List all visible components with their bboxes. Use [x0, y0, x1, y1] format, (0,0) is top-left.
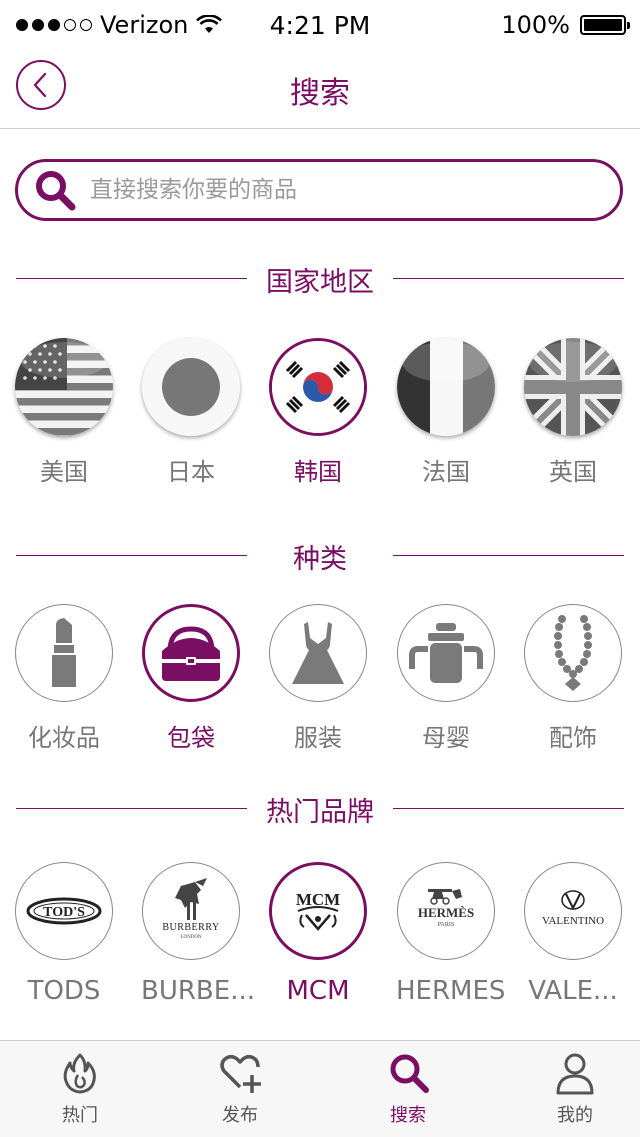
- dress-icon: [292, 622, 344, 684]
- region-label: 韩国: [294, 458, 342, 486]
- brand-label: TODS: [27, 976, 101, 1006]
- category-item-bags[interactable]: 包袋: [141, 604, 241, 753]
- category-label: 配饰: [549, 724, 597, 752]
- section-header-categories: 种类: [0, 535, 640, 575]
- tab-label: 搜索: [390, 1105, 426, 1126]
- necklace-icon: [554, 615, 592, 691]
- category-item-accessories[interactable]: 配饰: [523, 604, 623, 753]
- category-label: 包袋: [167, 724, 215, 752]
- brand-logo-subtext: LONDON: [180, 935, 201, 940]
- flame-icon: [63, 1053, 96, 1094]
- us-flag-icon: [15, 338, 113, 436]
- brand-logo-text: BURBERRY: [162, 922, 219, 933]
- brand-logo-mcm: MCM: [269, 862, 367, 960]
- region-label: 法国: [422, 458, 470, 486]
- brand-logo-text: TOD'S: [43, 905, 85, 920]
- category-circle: [269, 604, 367, 702]
- brand-logo-hermes: HERMÈS PARIS: [397, 862, 495, 960]
- battery-percent: 100%: [501, 11, 570, 39]
- brand-item-burberry[interactable]: BURBERRY LONDON BURBE...: [141, 862, 255, 1006]
- section-title: 种类: [293, 544, 347, 575]
- search-icon: [390, 1054, 429, 1093]
- japan-flag-icon: [142, 338, 240, 436]
- tab-mine[interactable]: 我的: [495, 1041, 640, 1137]
- category-circle: [15, 604, 113, 702]
- section-header-regions: 国家地区: [0, 258, 640, 298]
- tab-search[interactable]: 搜索: [328, 1041, 488, 1137]
- search-input[interactable]: [88, 176, 620, 204]
- section-header-brands: 热门品牌: [0, 788, 640, 828]
- brand-logo-text: HERMÈS: [418, 905, 474, 920]
- uk-flag-icon: [524, 338, 622, 436]
- status-bar: Verizon 4:21 PM 100%: [0, 0, 640, 48]
- tab-bar: 热门 发布 搜索 我的: [0, 1040, 640, 1137]
- brand-label: HERMES: [396, 976, 506, 1006]
- battery-icon: [580, 15, 630, 35]
- category-label: 服装: [294, 724, 342, 752]
- category-item-clothing[interactable]: 服装: [268, 604, 368, 753]
- region-label: 美国: [40, 458, 88, 486]
- brand-item-valentino[interactable]: VALENTINO VALE...: [523, 862, 623, 1006]
- tab-label: 热门: [62, 1105, 98, 1126]
- status-right: 100%: [501, 11, 630, 39]
- region-label: 日本: [167, 458, 215, 486]
- heart-plus-icon: [220, 1055, 261, 1093]
- category-circle: [524, 604, 622, 702]
- brand-label: VALE...: [528, 976, 618, 1006]
- search-icon: [36, 171, 76, 211]
- person-icon: [556, 1053, 594, 1095]
- category-item-baby[interactable]: 母婴: [396, 604, 496, 753]
- tab-label: 发布: [222, 1105, 258, 1126]
- navigation-bar: 搜索: [0, 48, 640, 129]
- brand-logo-tods: TOD'S: [15, 862, 113, 960]
- category-label: 化妆品: [28, 724, 100, 752]
- region-item-japan[interactable]: 日本: [141, 338, 241, 487]
- brand-item-tods[interactable]: TOD'S TODS: [14, 862, 114, 1006]
- brand-logo-burberry: BURBERRY LONDON: [142, 862, 240, 960]
- lipstick-icon: [52, 618, 76, 687]
- region-item-korea[interactable]: 韩国: [268, 338, 368, 487]
- handbag-icon: [162, 626, 220, 681]
- category-item-cosmetics[interactable]: 化妆品: [14, 604, 114, 753]
- category-label: 母婴: [422, 724, 470, 752]
- brand-label: BURBE...: [141, 976, 255, 1006]
- brand-item-mcm[interactable]: MCM MCM: [268, 862, 368, 1006]
- section-title: 热门品牌: [266, 797, 374, 828]
- sippy-cup-icon: [409, 623, 483, 683]
- category-circle: [397, 604, 495, 702]
- korea-flag-icon: [269, 338, 367, 436]
- brand-logo-valentino: VALENTINO: [524, 862, 622, 960]
- tab-publish[interactable]: 发布: [160, 1041, 320, 1137]
- tab-hot[interactable]: 热门: [0, 1041, 160, 1137]
- region-item-uk[interactable]: 英国: [523, 338, 623, 487]
- region-label: 英国: [549, 458, 597, 486]
- brand-logo-subtext: PARIS: [438, 922, 454, 928]
- page-title: 搜索: [290, 76, 350, 111]
- brand-label: MCM: [286, 976, 350, 1006]
- search-bar[interactable]: [15, 159, 623, 221]
- category-circle: [142, 604, 240, 702]
- section-title: 国家地区: [266, 267, 374, 298]
- brand-logo-text: VALENTINO: [542, 915, 604, 927]
- brand-item-hermes[interactable]: HERMÈS PARIS HERMES: [396, 862, 506, 1006]
- region-item-usa[interactable]: 美国: [14, 338, 114, 487]
- france-flag-icon: [397, 338, 495, 436]
- tab-label: 我的: [557, 1105, 593, 1126]
- region-item-france[interactable]: 法国: [396, 338, 496, 487]
